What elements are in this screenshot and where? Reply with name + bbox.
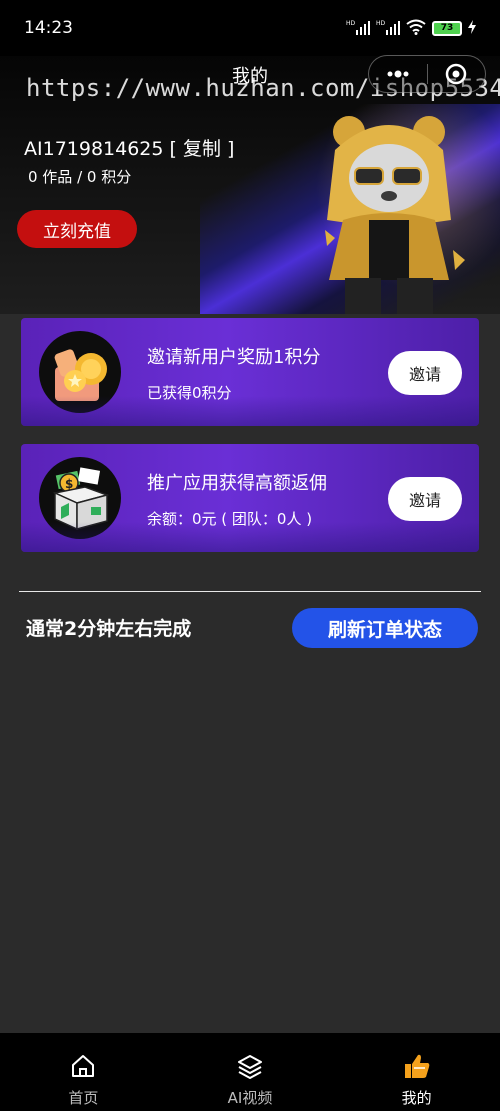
user-id[interactable]: AI1719814625 [ 复制 ] (24, 134, 234, 161)
battery-icon: 73 (432, 20, 462, 36)
status-bar: 14:23 HD HD 73 (0, 0, 500, 56)
tab-mine[interactable]: 我的 (333, 1033, 500, 1111)
money-box-icon: $ (39, 457, 121, 539)
thumbs-up-icon (403, 1049, 431, 1083)
tab-label: 我的 (401, 1089, 432, 1107)
home-icon (70, 1049, 96, 1083)
tab-label: 首页 (68, 1089, 99, 1107)
section-divider (19, 591, 481, 592)
invite-button[interactable]: 邀请 (388, 351, 462, 395)
svg-text:HD: HD (346, 20, 356, 27)
tab-label: AI视频 (227, 1089, 273, 1107)
card-title: 推广应用获得高额返佣 (147, 473, 327, 494)
promotion-commission-card: $ 推广应用获得高额返佣 余额：0元 ( 团队：0人 ) 邀请 (21, 444, 479, 552)
close-miniprogram-button[interactable] (428, 56, 486, 92)
layers-icon (237, 1049, 263, 1083)
signal-icon: HD (346, 19, 370, 38)
tab-home[interactable]: 首页 (0, 1033, 167, 1111)
signal-icon: HD (376, 19, 400, 38)
more-menu-button[interactable] (369, 56, 427, 92)
charging-icon (468, 19, 476, 37)
recharge-button[interactable]: 立刻充值 (17, 210, 137, 248)
tab-ai-video[interactable]: AI视频 (167, 1033, 334, 1111)
mini-program-capsule (368, 55, 486, 93)
card-subtitle: 已获得0积分 (147, 384, 232, 402)
refresh-order-status-button[interactable]: 刷新订单状态 (292, 608, 478, 648)
bear-mascot-illustration (325, 116, 465, 314)
gift-coin-icon (39, 331, 121, 413)
more-dots-icon (387, 70, 409, 78)
svg-text:HD: HD (376, 20, 386, 27)
invite-reward-card: 邀请新用户奖励1积分 已获得0积分 邀请 (21, 318, 479, 426)
user-stats: 0 作品 / 0 积分 (28, 168, 132, 186)
invite-button[interactable]: 邀请 (388, 477, 462, 521)
status-time: 14:23 (24, 18, 73, 38)
card-subtitle: 余额：0元 ( 团队：0人 ) (147, 510, 313, 528)
target-close-icon (446, 63, 467, 85)
order-completion-hint: 通常2分钟左右完成 (26, 618, 192, 640)
wifi-icon (406, 19, 426, 38)
status-icons: HD HD 73 (346, 19, 476, 38)
card-title: 邀请新用户奖励1积分 (147, 347, 321, 368)
bottom-tab-bar: 首页 AI视频 我的 (0, 1033, 500, 1111)
